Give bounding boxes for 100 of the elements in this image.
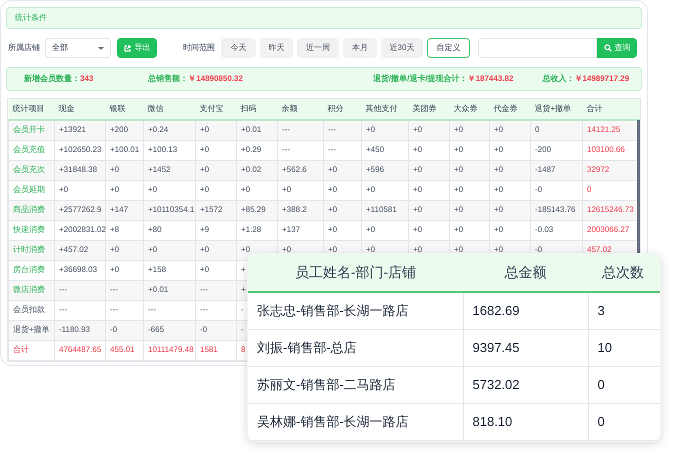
table-cell: -1487: [530, 160, 582, 180]
search-icon: [604, 44, 612, 52]
table-cell: +0: [450, 160, 490, 180]
table-cell: +0.01: [236, 120, 278, 140]
table-cell: ---: [144, 300, 196, 320]
table-cell: +100.01: [106, 140, 144, 160]
table-cell: +0: [490, 140, 530, 160]
query-button[interactable]: 查询: [597, 38, 637, 58]
table-cell: +0: [144, 240, 196, 260]
table-cell: +0: [324, 180, 362, 200]
table-cell: ---: [106, 300, 144, 320]
summary-value: ￥187443.82: [468, 73, 514, 85]
table-cell: 苏丽文-销售部-二马路店: [248, 366, 463, 403]
table-cell: 5732.02: [463, 366, 588, 403]
table-cell: -200: [530, 140, 582, 160]
table-cell: +0: [324, 220, 362, 240]
row-link[interactable]: 会员充次: [8, 160, 54, 180]
row-link[interactable]: 房台消费: [8, 260, 54, 280]
field-label: 时间范围: [183, 42, 216, 54]
table-cell: -0: [106, 320, 144, 340]
table-cell: 10111479.48: [144, 340, 196, 360]
row-link[interactable]: 快速消费: [8, 220, 54, 240]
table-cell: +0: [450, 140, 490, 160]
table-cell: +102650.23: [54, 140, 106, 160]
table-cell: ---: [196, 280, 236, 300]
table-cell: 1682.69: [463, 292, 588, 329]
table-cell: +0: [490, 180, 530, 200]
table-cell: +450: [362, 140, 408, 160]
table-cell: +31848.38: [54, 160, 106, 180]
row-link[interactable]: 会员充值: [8, 140, 54, 160]
table-cell: +200: [106, 120, 144, 140]
table-cell: -185143.76: [530, 200, 582, 220]
table-cell: -0: [530, 180, 582, 200]
row-link[interactable]: 计时消费: [8, 240, 54, 260]
column-header: 代金券: [490, 99, 530, 120]
time-range-tab[interactable]: 昨天: [260, 38, 293, 58]
time-range-tab[interactable]: 今天: [221, 38, 256, 58]
table-cell: +0: [450, 180, 490, 200]
table-cell: +0: [450, 200, 490, 220]
table-cell: +0: [408, 120, 450, 140]
time-range-tab[interactable]: 近一周: [297, 38, 339, 58]
table-cell: +9: [196, 220, 236, 240]
table-cell: 0: [588, 366, 660, 403]
summary-label: 总销售额：: [148, 73, 188, 85]
export-icon: [124, 44, 132, 52]
table-cell: ---: [196, 300, 236, 320]
summary-label: 总收入：: [542, 73, 574, 85]
table-cell: +0: [490, 160, 530, 180]
table-cell: +0: [408, 180, 450, 200]
table-cell: +0.29: [236, 140, 278, 160]
column-header: 积分: [324, 99, 362, 120]
table-cell: +0: [362, 220, 408, 240]
row-link[interactable]: 微店消费: [8, 280, 54, 300]
table-cell: +0.24: [144, 120, 196, 140]
table-cell: +0: [236, 180, 278, 200]
table-cell: ---: [278, 120, 324, 140]
table-cell: +158: [144, 260, 196, 280]
time-range-tab[interactable]: 近30天: [381, 38, 423, 58]
table-cell: +0: [196, 180, 236, 200]
column-header: 支付宝: [196, 99, 236, 120]
store-select[interactable]: 全部: [45, 38, 111, 58]
table-cell: +100.13: [144, 140, 196, 160]
summary-label: 退货/撤单/退卡/提现合计：: [372, 73, 468, 85]
row-link[interactable]: 会员开卡: [8, 120, 54, 140]
row-link[interactable]: 商品消费: [8, 200, 54, 220]
table-cell: +0: [490, 220, 530, 240]
table-cell: +0.01: [144, 280, 196, 300]
column-header: 美团券: [408, 99, 450, 120]
column-header: 微信: [144, 99, 196, 120]
table-cell: +0: [450, 220, 490, 240]
table-cell: +8: [106, 220, 144, 240]
search-field[interactable]: [478, 38, 597, 58]
table-cell: 10: [588, 329, 660, 366]
column-header: 退货+撤单: [530, 99, 582, 120]
table-cell: 9397.45: [463, 329, 588, 366]
table-cell: +457.02: [54, 240, 106, 260]
table-cell: 0: [530, 120, 582, 140]
table-cell: +2577262.9: [54, 200, 106, 220]
table-cell: +562.6: [278, 160, 324, 180]
table-cell: 3: [588, 292, 660, 329]
table-cell: +80: [144, 220, 196, 240]
table-cell: 0: [588, 403, 660, 440]
table-cell: +0: [408, 220, 450, 240]
time-range-tab[interactable]: 自定义: [427, 38, 470, 58]
table-cell: 吴林娜-销售部-长湖一路店: [248, 403, 463, 440]
table-cell: +1572: [196, 200, 236, 220]
column-header: 大众券: [450, 99, 490, 120]
table-cell: +0: [324, 160, 362, 180]
row-link[interactable]: 会员延期: [8, 180, 54, 200]
table-cell: 455.01: [106, 340, 144, 360]
export-button[interactable]: 导出: [117, 38, 157, 58]
table-cell: +10110354.1: [144, 200, 196, 220]
table-cell: ---: [324, 120, 362, 140]
table-cell: 818.10: [463, 403, 588, 440]
table-cell: +0: [324, 200, 362, 220]
summary-label: 新增会员数量：: [24, 73, 80, 85]
row-label: 会员扣款: [8, 300, 54, 320]
table-cell: +147: [106, 200, 144, 220]
time-range-tab[interactable]: 本月: [343, 38, 377, 58]
table-cell: +13921: [54, 120, 106, 140]
